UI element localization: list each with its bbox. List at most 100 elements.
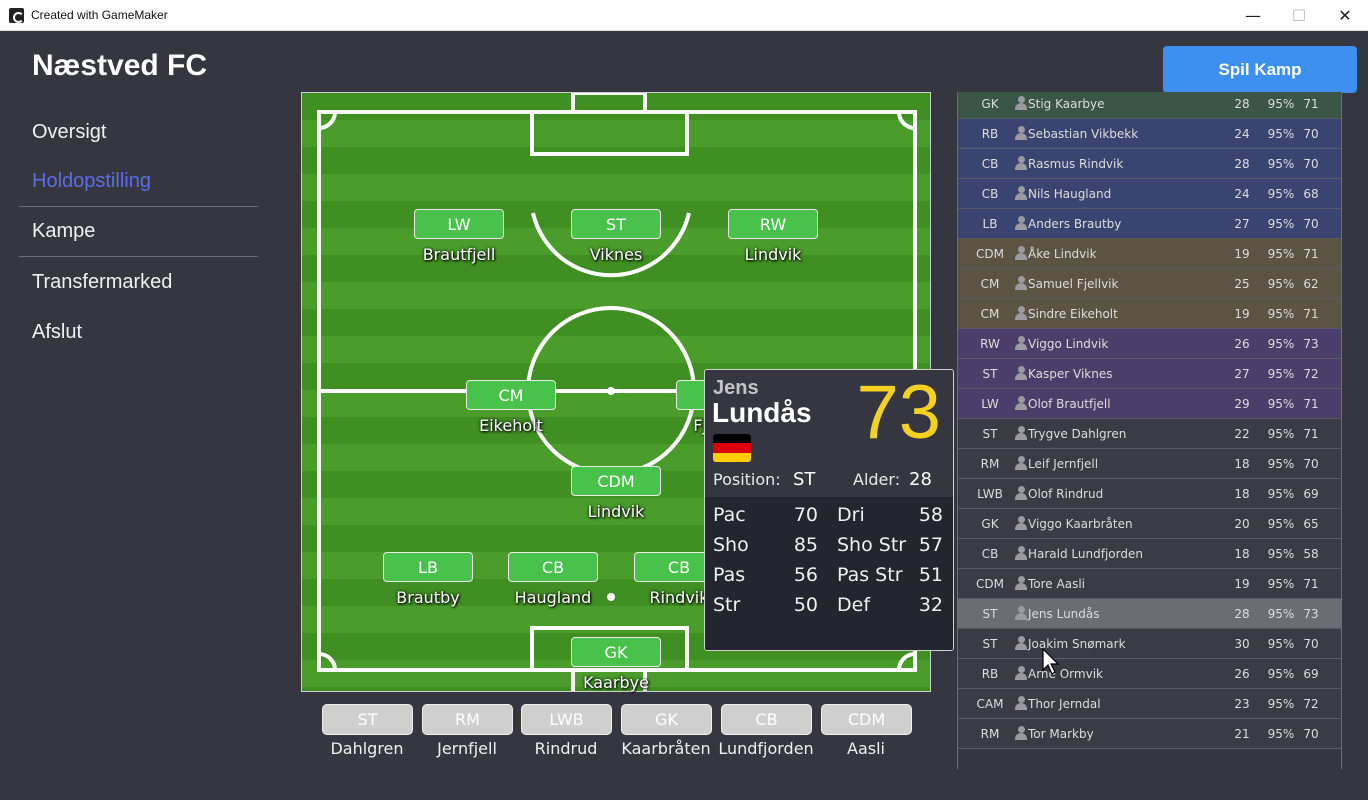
nav-item-afslut[interactable]: Afslut xyxy=(19,307,258,357)
window-titlebar: Created with GameMaker — ☐ ✕ xyxy=(0,0,1368,31)
squad-row[interactable]: ST Kasper Viknes 27 95% 72 xyxy=(958,359,1341,389)
nav-item-holdopstilling[interactable]: Holdopstilling xyxy=(19,157,258,207)
pitch-slot-cm-left[interactable]: CM xyxy=(466,380,556,410)
squad-row-position: ST xyxy=(982,637,998,651)
squad-row-fitness: 95% xyxy=(1267,247,1295,261)
squad-row-name: Nils Haugland xyxy=(1028,187,1112,201)
stat-value: 32 xyxy=(918,594,943,616)
squad-row[interactable]: CB Nils Haugland 24 95% 68 xyxy=(958,179,1341,209)
pitch-slot-gk[interactable]: GK xyxy=(571,637,661,667)
squad-row-position: GK xyxy=(981,517,999,531)
pitch-slot-cb-left[interactable]: CB xyxy=(508,552,598,582)
squad-row-name: Trygve Dahlgren xyxy=(1028,427,1127,441)
squad-row-name: Rasmus Rindvik xyxy=(1028,157,1124,171)
squad-row-fitness: 95% xyxy=(1267,547,1295,561)
close-button[interactable]: ✕ xyxy=(1322,0,1368,31)
squad-row[interactable]: CAM Thor Jerndal 23 95% 72 xyxy=(958,689,1341,719)
nav-item-transfermarked[interactable]: Transfermarked xyxy=(19,257,258,307)
bench-player-6: Aasli xyxy=(847,739,885,758)
squad-row[interactable]: GK Stig Kaarbye 28 95% 71 xyxy=(958,92,1341,119)
pitch-slot-lb[interactable]: LB xyxy=(383,552,473,582)
player-icon xyxy=(1015,216,1027,230)
squad-row-age: 19 xyxy=(1234,247,1250,261)
squad-row[interactable]: ST Trygve Dahlgren 22 95% 71 xyxy=(958,419,1341,449)
pitch-slot-st[interactable]: ST xyxy=(571,209,661,239)
squad-row[interactable]: CB Rasmus Rindvik 28 95% 70 xyxy=(958,149,1341,179)
squad-row-position: LW xyxy=(981,397,999,411)
stat-label: Str xyxy=(713,594,741,616)
nav-item-oversigt[interactable]: Oversigt xyxy=(19,107,258,157)
nav-item-kampe[interactable]: Kampe xyxy=(19,207,258,257)
squad-row-position: LWB xyxy=(977,487,1003,501)
squad-row[interactable]: RB Arne Ormvik 26 95% 69 xyxy=(958,659,1341,689)
pitch-slot-cdm[interactable]: CDM xyxy=(571,466,661,496)
pitch-player-cb-left: Haugland xyxy=(514,588,592,607)
pitch-player-gk: Kaarbye xyxy=(583,673,649,692)
play-match-button[interactable]: Spil Kamp xyxy=(1163,46,1357,93)
squad-row[interactable]: CB Harald Lundfjorden 18 95% 58 xyxy=(958,539,1341,569)
squad-row-rating: 70 xyxy=(1303,727,1319,741)
bench-slot-5[interactable]: CB xyxy=(721,704,812,735)
stat-value: 70 xyxy=(793,504,818,526)
player-icon xyxy=(1015,576,1027,590)
squad-row-rating: 71 xyxy=(1303,307,1319,321)
squad-row-name: Olof Brautfjell xyxy=(1028,397,1111,411)
squad-row-name: Anders Brautby xyxy=(1028,217,1122,231)
squad-row-age: 26 xyxy=(1234,667,1250,681)
squad-row-position: ST xyxy=(982,427,998,441)
squad-row[interactable]: CM Samuel Fjellvik 25 95% 62 xyxy=(958,269,1341,299)
squad-row-fitness: 95% xyxy=(1267,457,1295,471)
squad-row-rating: 72 xyxy=(1303,367,1319,381)
squad-list[interactable]: GK Stig Kaarbye 28 95% 71 RB Sebastian Vikbekk… xyxy=(957,92,1342,769)
bench-slot-6[interactable]: CDM xyxy=(821,704,912,735)
squad-row-age: 28 xyxy=(1234,607,1250,621)
squad-row-position: RW xyxy=(980,337,1000,351)
squad-row[interactable]: GK Viggo Kaarbråten 20 95% 65 xyxy=(958,509,1341,539)
squad-row[interactable]: ST Jens Lundås 28 95% 73 xyxy=(958,599,1341,629)
squad-row-name: Jens Lundås xyxy=(1028,607,1100,621)
squad-row-rating: 68 xyxy=(1303,187,1319,201)
squad-row-rating: 58 xyxy=(1303,547,1319,561)
squad-row[interactable]: LWB Olof Rindrud 18 95% 69 xyxy=(958,479,1341,509)
squad-row-age: 21 xyxy=(1234,727,1250,741)
squad-row-age: 25 xyxy=(1234,277,1250,291)
squad-row-position: CB xyxy=(981,187,999,201)
squad-row[interactable]: RB Sebastian Vikbekk 24 95% 70 xyxy=(958,119,1341,149)
maximize-button[interactable]: ☐ xyxy=(1276,0,1322,31)
squad-row[interactable]: LW Olof Brautfjell 29 95% 71 xyxy=(958,389,1341,419)
bench-slot-4[interactable]: GK xyxy=(621,704,712,735)
squad-row-name: Thor Jerndal xyxy=(1028,697,1101,711)
bench-slot-1[interactable]: ST xyxy=(322,704,413,735)
squad-row-position: ST xyxy=(982,367,998,381)
player-icon xyxy=(1015,336,1027,350)
squad-row-rating: 73 xyxy=(1303,337,1319,351)
squad-row-fitness: 95% xyxy=(1267,127,1295,141)
squad-row-name: Kasper Viknes xyxy=(1028,367,1113,381)
stat-label: Def xyxy=(837,594,871,616)
player-card: Jens Lundås 73 Position: ST Alder: 28 Pa… xyxy=(704,369,954,651)
squad-row-name: Sindre Eikeholt xyxy=(1028,307,1118,321)
squad-row[interactable]: RW Viggo Lindvik 26 95% 73 xyxy=(958,329,1341,359)
squad-row[interactable]: ST Joakim Snømark 30 95% 70 xyxy=(958,629,1341,659)
squad-row-age: 30 xyxy=(1234,637,1250,651)
player-icon xyxy=(1015,546,1027,560)
squad-row[interactable]: CDM Tore Aasli 19 95% 71 xyxy=(958,569,1341,599)
stat-label: Sho Str xyxy=(837,534,907,556)
player-icon xyxy=(1015,666,1027,680)
squad-row[interactable]: CM Sindre Eikeholt 19 95% 71 xyxy=(958,299,1341,329)
squad-row[interactable]: LB Anders Brautby 27 95% 70 xyxy=(958,209,1341,239)
squad-row[interactable]: CDM Åke Lindvik 19 95% 71 xyxy=(958,239,1341,269)
player-icon xyxy=(1015,456,1027,470)
bench-slot-2[interactable]: RM xyxy=(422,704,513,735)
squad-row[interactable]: RM Leif Jernfjell 18 95% 70 xyxy=(958,449,1341,479)
stat-label: Pas Str xyxy=(837,564,903,586)
pitch-slot-lw[interactable]: LW xyxy=(414,209,504,239)
squad-row-position: RB xyxy=(981,667,999,681)
squad-row[interactable]: RM Tor Markby 21 95% 70 xyxy=(958,719,1341,749)
squad-row-position: RM xyxy=(980,457,1000,471)
bench-slot-3[interactable]: LWB xyxy=(521,704,612,735)
minimize-button[interactable]: — xyxy=(1230,0,1276,31)
card-position: ST xyxy=(793,469,816,490)
squad-row-age: 24 xyxy=(1234,127,1250,141)
pitch-slot-rw[interactable]: RW xyxy=(728,209,818,239)
